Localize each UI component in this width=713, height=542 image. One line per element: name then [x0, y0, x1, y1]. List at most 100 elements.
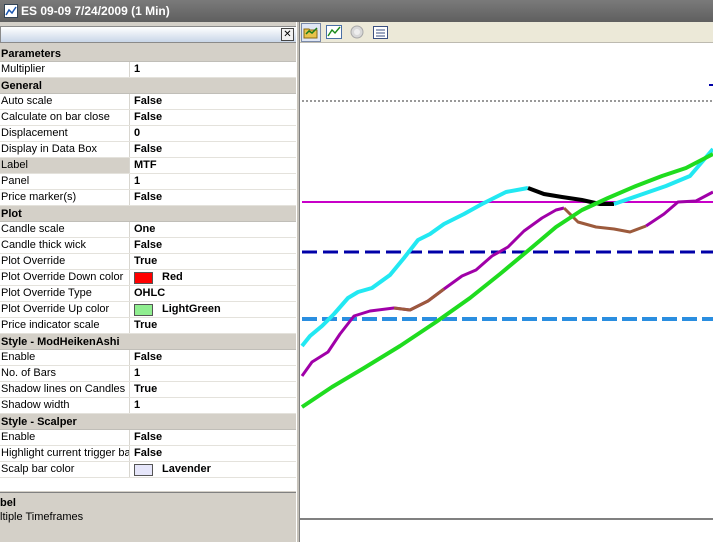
price-chart[interactable]	[300, 44, 713, 542]
property-value-text: 0	[134, 127, 141, 139]
property-value[interactable]: True	[130, 382, 296, 397]
property-row[interactable]: Price marker(s) False	[0, 190, 296, 206]
property-value[interactable]: True	[130, 254, 296, 269]
property-row[interactable]: Highlight current trigger bar False	[0, 446, 296, 462]
property-value[interactable]: Lavender	[130, 462, 296, 477]
property-row[interactable]: Displacement 0	[0, 126, 296, 142]
chart-panel	[300, 22, 713, 542]
property-value[interactable]: False	[130, 446, 296, 461]
property-row[interactable]: Enable False	[0, 430, 296, 446]
property-name: Panel	[0, 174, 130, 189]
property-value-text: 1	[134, 175, 141, 187]
property-name: Candle thick wick	[0, 238, 130, 253]
property-value[interactable]: 1	[130, 62, 296, 77]
property-row[interactable]: Scalp bar color Lavender	[0, 462, 296, 478]
category-plot[interactable]: Plot	[0, 206, 296, 222]
property-name: Plot Override Type	[0, 286, 130, 301]
property-row[interactable]: Plot Override Down color Red	[0, 270, 296, 286]
property-value-text: False	[134, 431, 163, 443]
property-value[interactable]: OHLC	[130, 286, 296, 301]
property-value-text: True	[134, 383, 158, 395]
property-value[interactable]: True	[130, 318, 296, 333]
property-name: Auto scale	[0, 94, 130, 109]
property-name: Enable	[0, 350, 130, 365]
property-value[interactable]: 1	[130, 174, 296, 189]
color-swatch	[134, 303, 153, 316]
category-general[interactable]: General	[0, 78, 296, 94]
property-row[interactable]: Display in Data Box False	[0, 142, 296, 158]
property-value-text: False	[134, 447, 163, 459]
property-value[interactable]: Red	[130, 270, 296, 285]
property-row[interactable]: No. of Bars 1	[0, 366, 296, 382]
property-value[interactable]: False	[130, 94, 296, 109]
property-value[interactable]: False	[130, 142, 296, 157]
properties-panel: ✕ Parameters Multiplier 1 General Auto scale…	[0, 22, 300, 542]
property-name: Shadow lines on Candles	[0, 382, 130, 397]
description-title: bel	[0, 497, 16, 509]
property-name: Plot Override	[0, 254, 130, 269]
property-value-text: False	[134, 351, 163, 363]
property-value[interactable]: 0	[130, 126, 296, 141]
property-row[interactable]: Price indicator scale True	[0, 318, 296, 334]
color-swatch	[134, 271, 153, 284]
property-value[interactable]: False	[130, 110, 296, 125]
property-value-text: 1	[134, 63, 141, 75]
open-chart-icon[interactable]	[301, 22, 321, 42]
property-value-text: True	[134, 255, 158, 267]
property-value-text: Red	[162, 271, 183, 283]
chart-style-icon[interactable]	[324, 23, 344, 42]
property-row[interactable]: Shadow width 1	[0, 398, 296, 414]
purple-series-right	[645, 190, 713, 228]
property-value[interactable]: False	[130, 350, 296, 365]
property-name: Display in Data Box	[0, 142, 130, 157]
property-row[interactable]: Calculate on bar close False	[0, 110, 296, 126]
close-icon[interactable]: ✕	[281, 28, 294, 41]
property-name: Price marker(s)	[0, 190, 130, 205]
property-name: Calculate on bar close	[0, 110, 130, 125]
property-value[interactable]: MTF	[130, 158, 296, 173]
property-value[interactable]: False	[130, 190, 296, 205]
property-value[interactable]: False	[130, 238, 296, 253]
property-value-text: 1	[134, 367, 141, 379]
category-parameters[interactable]: Parameters	[0, 46, 296, 62]
property-name: Scalp bar color	[0, 462, 130, 477]
window-titlebar: ES 09-09 7/24/2009 (1 Min)	[0, 0, 713, 22]
property-name: Plot Override Up color	[0, 302, 130, 317]
property-value[interactable]: 1	[130, 366, 296, 381]
property-row[interactable]: Candle thick wick False	[0, 238, 296, 254]
category-style-modheikenashi[interactable]: Style - ModHeikenAshi	[0, 334, 296, 350]
property-value-text: False	[134, 111, 163, 123]
property-value-text: Lavender	[162, 463, 211, 475]
property-row[interactable]: Candle scale One	[0, 222, 296, 238]
property-row[interactable]: Plot Override True	[0, 254, 296, 270]
property-row[interactable]: Label MTF	[0, 158, 296, 174]
property-row[interactable]: Multiplier 1	[0, 62, 296, 78]
property-name: Highlight current trigger bar	[1, 446, 130, 461]
description-pane: bel ltiple Timeframes	[0, 492, 297, 542]
property-value[interactable]: 1	[130, 398, 296, 413]
circle-disabled-icon[interactable]	[347, 23, 367, 42]
property-value-text: OHLC	[134, 287, 166, 299]
property-row[interactable]: Panel 1	[0, 174, 296, 190]
category-style-scalper[interactable]: Style - Scalper	[0, 414, 296, 430]
properties-header: ✕	[0, 26, 297, 43]
property-row[interactable]: Plot Override Up color LightGreen	[0, 302, 296, 318]
property-value[interactable]: False	[130, 430, 296, 445]
property-grid: Parameters Multiplier 1 General Auto scale Fa…	[0, 46, 297, 491]
property-name: Price indicator scale	[0, 318, 130, 333]
property-row[interactable]: Enable False	[0, 350, 296, 366]
property-name: Label	[0, 158, 130, 173]
property-value-text: LightGreen	[162, 303, 221, 315]
property-value[interactable]: One	[130, 222, 296, 237]
property-row[interactable]: Auto scale False	[0, 94, 296, 110]
property-value-text: False	[134, 143, 163, 155]
property-value[interactable]: LightGreen	[130, 302, 296, 317]
property-row[interactable]: Plot Override Type OHLC	[0, 286, 296, 302]
property-row[interactable]: Shadow lines on Candles True	[0, 382, 296, 398]
property-value-text: MTF	[134, 159, 157, 171]
cyan-series	[300, 186, 529, 348]
property-name: Enable	[0, 430, 130, 445]
description-text: ltiple Timeframes	[0, 511, 84, 523]
data-box-icon[interactable]	[370, 23, 390, 42]
property-value-text: False	[134, 239, 163, 251]
